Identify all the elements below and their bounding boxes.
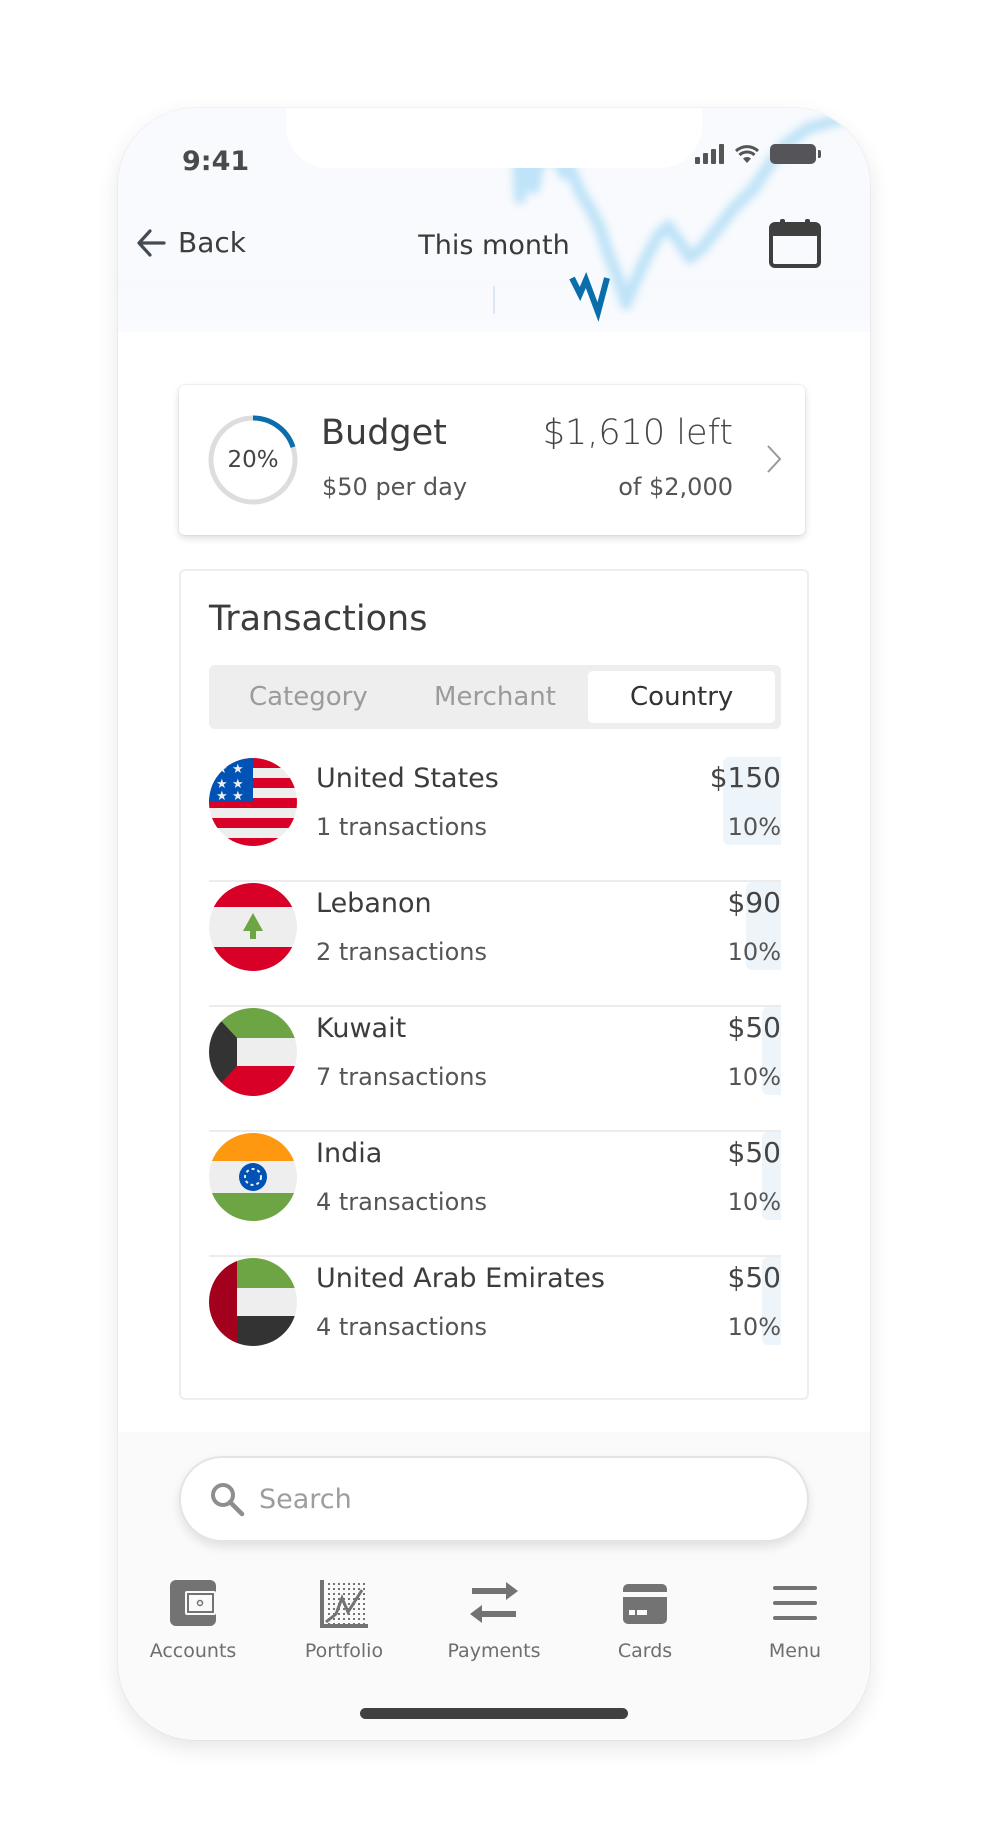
- calendar-button[interactable]: [768, 218, 822, 268]
- budget-title: Budget: [321, 413, 447, 453]
- us-flag-icon: ★ ★ ★ ★ ★ ★: [209, 758, 297, 846]
- svg-text:★: ★: [216, 789, 228, 804]
- tab-label: Cards: [617, 1640, 673, 1662]
- transaction-count: 4 transactions: [316, 1188, 487, 1216]
- transactions-card: Transactions Category Merchant Country ★…: [179, 569, 809, 1400]
- transactions-list: ★ ★ ★ ★ ★ ★ United States 1 transactions $1…: [209, 757, 781, 1382]
- search-icon: [211, 1483, 245, 1517]
- tab-accounts[interactable]: Accounts: [128, 1578, 258, 1662]
- amount: $50: [727, 1136, 781, 1169]
- hamburger-menu-icon: [773, 1586, 817, 1620]
- transfer-arrows-icon: [470, 1582, 518, 1623]
- percent: 10%: [727, 1188, 781, 1216]
- transaction-count: 4 transactions: [316, 1313, 487, 1341]
- header-divider: [493, 286, 495, 314]
- list-item[interactable]: United Arab Emirates 4 transactions $50 …: [209, 1255, 781, 1382]
- list-item[interactable]: Lebanon 2 transactions $90 10%: [209, 880, 781, 1007]
- credit-card-icon: [623, 1584, 667, 1624]
- chevron-right-icon: [767, 445, 782, 473]
- budget-percent: 20%: [227, 447, 279, 473]
- bottom-tab-bar: Accounts Portfolio Payments Cards Menu: [118, 1578, 870, 1678]
- percent: 10%: [727, 1063, 781, 1091]
- list-item[interactable]: Kuwait 7 transactions $50 10%: [209, 1005, 781, 1132]
- tab-menu[interactable]: Menu: [730, 1578, 860, 1662]
- list-item[interactable]: India 4 transactions $50 10%: [209, 1130, 781, 1257]
- kuwait-flag-icon: [209, 1008, 297, 1096]
- status-time: 9:41: [182, 146, 250, 177]
- search-input[interactable]: [259, 1483, 779, 1515]
- percent: 10%: [727, 938, 781, 966]
- tab-portfolio[interactable]: Portfolio: [279, 1578, 409, 1662]
- country-name: Lebanon: [316, 888, 432, 919]
- tab-country[interactable]: Country: [588, 671, 776, 723]
- status-icons: [695, 144, 821, 164]
- wifi-icon: [734, 145, 760, 163]
- list-item[interactable]: ★ ★ ★ ★ ★ ★ United States 1 transactions $1…: [209, 757, 781, 882]
- wallet-icon: [170, 1580, 216, 1626]
- country-name: Kuwait: [316, 1013, 407, 1044]
- chart-icon: [320, 1580, 368, 1628]
- calendar-icon: [769, 219, 821, 268]
- battery-icon: [770, 144, 821, 164]
- budget-total: of $2,000: [618, 473, 733, 501]
- search-bar[interactable]: [179, 1456, 809, 1542]
- tab-label: Portfolio: [304, 1640, 384, 1662]
- amount: $90: [727, 886, 781, 919]
- top-nav: Back This month: [118, 218, 870, 278]
- amount: $50: [727, 1011, 781, 1044]
- tab-label: Menu: [768, 1640, 822, 1662]
- budget-per-day: $50 per day: [322, 473, 468, 501]
- country-name: United States: [316, 763, 499, 794]
- country-name: United Arab Emirates: [316, 1263, 605, 1294]
- tab-category[interactable]: Category: [215, 671, 402, 723]
- device-notch: [286, 108, 702, 168]
- india-flag-icon: [209, 1133, 297, 1221]
- tab-payments[interactable]: Payments: [429, 1578, 559, 1662]
- transaction-count: 7 transactions: [316, 1063, 487, 1091]
- budget-remaining: $1,610 left: [542, 413, 733, 453]
- country-name: India: [316, 1138, 383, 1169]
- budget-card[interactable]: 20% Budget $50 per day $1,610 left of $2…: [179, 385, 805, 535]
- percent: 10%: [727, 813, 781, 841]
- uae-flag-icon: [209, 1258, 297, 1346]
- phone-screen: 9:41 Back This month 20% Budget $50 per …: [118, 108, 870, 1740]
- tab-cards[interactable]: Cards: [580, 1578, 710, 1662]
- transaction-count: 1 transactions: [316, 813, 487, 841]
- svg-text:★: ★: [232, 789, 244, 804]
- sparkline-highlight: [569, 271, 610, 322]
- percent: 10%: [727, 1313, 781, 1341]
- transactions-title: Transactions: [209, 599, 428, 639]
- tab-label: Accounts: [149, 1640, 237, 1662]
- lebanon-flag-icon: [209, 883, 297, 971]
- svg-text:★: ★: [232, 762, 244, 777]
- cellular-signal-icon: [695, 144, 724, 164]
- page-title: This month: [418, 230, 570, 261]
- tab-label: Payments: [447, 1640, 541, 1662]
- svg-text:★: ★: [216, 762, 228, 777]
- transaction-count: 2 transactions: [316, 938, 487, 966]
- amount: $50: [727, 1261, 781, 1294]
- tab-merchant[interactable]: Merchant: [402, 671, 589, 723]
- home-indicator[interactable]: [360, 1708, 628, 1719]
- grouping-segmented-control: Category Merchant Country: [209, 665, 781, 729]
- amount: $150: [709, 761, 781, 794]
